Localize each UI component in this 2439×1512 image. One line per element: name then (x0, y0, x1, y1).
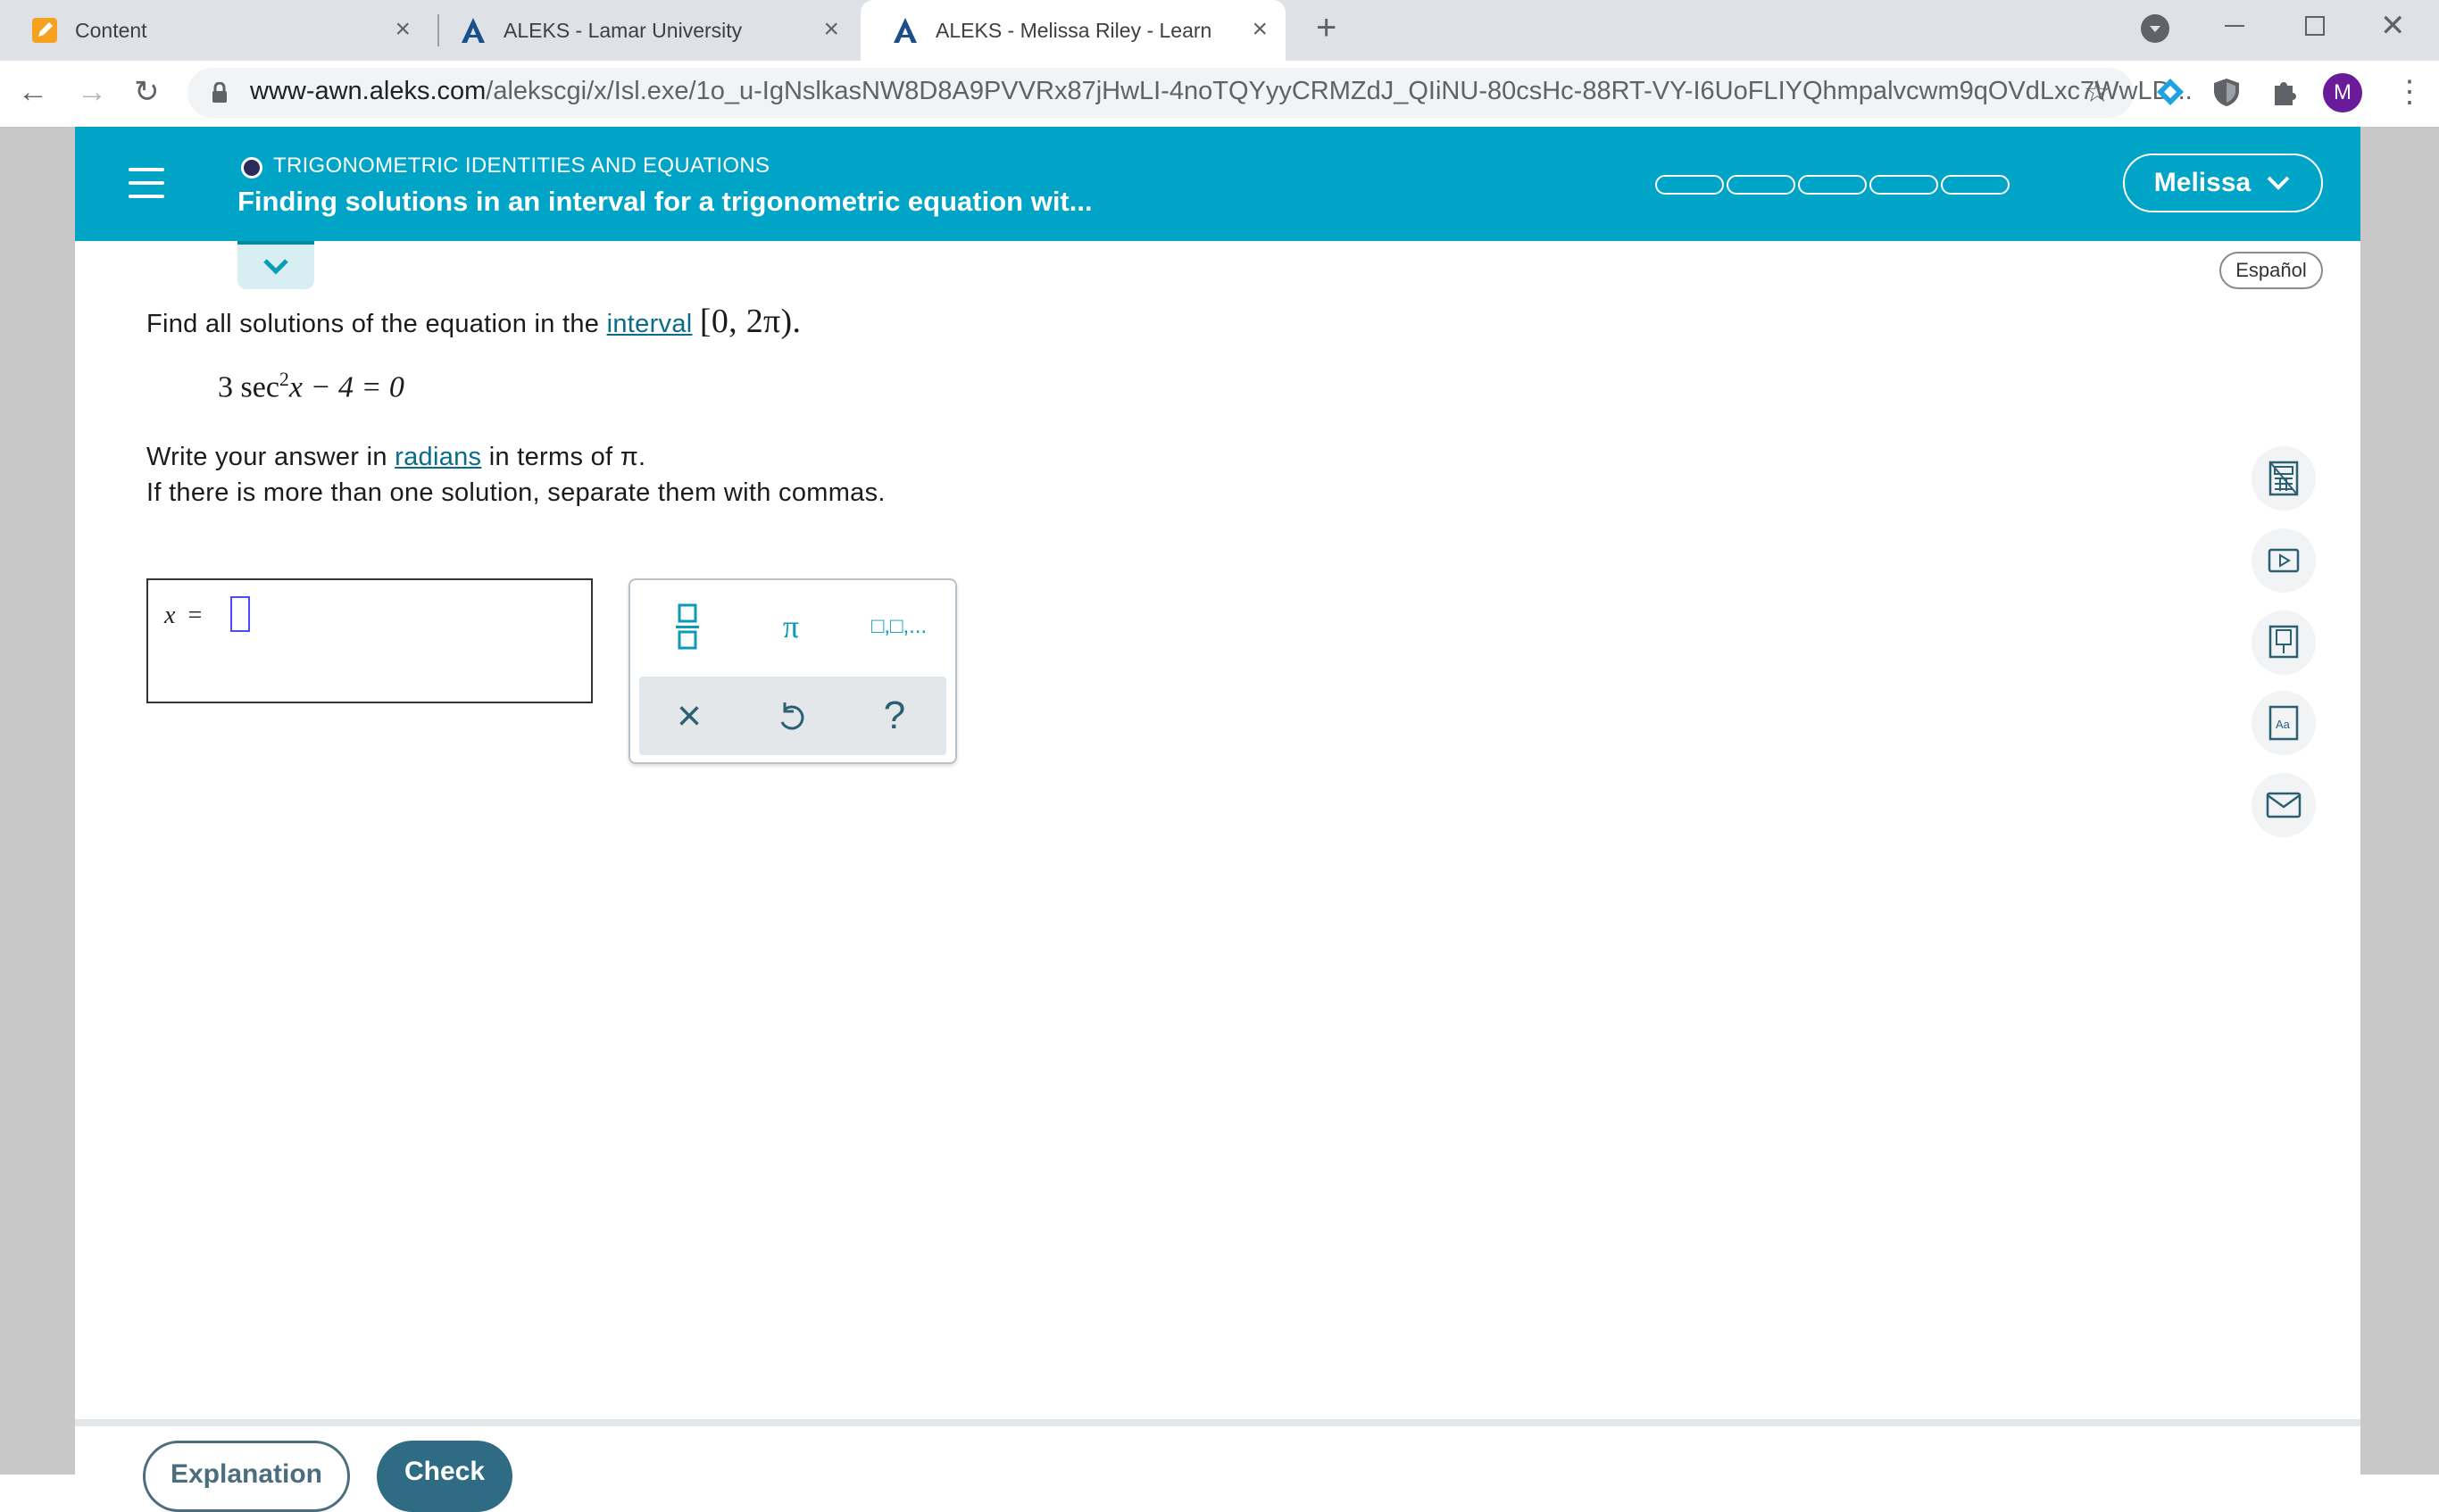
menu-icon[interactable] (129, 168, 164, 198)
list-button[interactable]: □,□,... (859, 600, 939, 653)
undo-button[interactable] (755, 689, 827, 743)
profile-avatar[interactable]: M (2323, 73, 2362, 112)
tab-content[interactable]: Content × (0, 0, 429, 61)
chevron-down-icon (263, 259, 288, 275)
url-text: www-awn.aleks.com/alekscgi/x/Isl.exe/1o_… (250, 77, 2193, 106)
progress-segment (1941, 175, 2010, 195)
fraction-icon (676, 603, 699, 650)
answer-instruction: Write your answer in radians in terms of… (146, 443, 645, 472)
aleks-logo-icon (891, 16, 920, 45)
answer-input-field[interactable] (230, 596, 250, 632)
progress-bar (1655, 175, 2012, 195)
instruction-text: Find all solutions of the equation in th… (146, 310, 607, 338)
tab-aleks-lamar[interactable]: ALEKS - Lamar University × (429, 0, 857, 61)
interval-math: [0, 2π). (699, 303, 802, 340)
footer-divider (75, 1419, 2360, 1426)
instruction-text: Write your answer in (146, 443, 395, 471)
textbook-button[interactable] (2252, 611, 2316, 675)
language-toggle-button[interactable]: Español (2219, 252, 2323, 289)
progress-segment (1798, 175, 1867, 195)
equation-coefficient: 3 (218, 370, 233, 404)
mail-icon (2266, 792, 2302, 818)
close-tab-icon[interactable]: × (1252, 16, 1268, 43)
check-button[interactable]: Check (377, 1441, 512, 1512)
aleks-logo-icon (459, 16, 487, 45)
user-menu-button[interactable]: Melissa (2123, 154, 2323, 212)
progress-segment (1727, 175, 1795, 195)
browser-menu-icon[interactable]: ⋮ (2394, 77, 2425, 107)
textbook-icon (2268, 625, 2299, 659)
mail-button[interactable] (2252, 773, 2316, 837)
extensions-puzzle-icon[interactable] (2269, 77, 2300, 112)
dictionary-icon: Aa (2268, 705, 2299, 741)
dictionary-button[interactable]: Aa (2252, 691, 2316, 755)
chevron-down-icon (2267, 176, 2290, 190)
close-window-icon[interactable]: ✕ (2380, 11, 2406, 41)
bookmark-star-icon[interactable]: ☆ (2084, 77, 2110, 107)
tab-title: Content (75, 18, 147, 42)
topic-status-icon (241, 157, 262, 179)
problem-instruction: Find all solutions of the equation in th… (146, 302, 801, 341)
equation: 3 sec2x − 4 = 0 (218, 368, 404, 404)
collapse-header-button[interactable] (237, 241, 314, 289)
tab-title: ALEKS - Lamar University (504, 18, 743, 42)
tab-title: ALEKS - Melissa Riley - Learn (936, 18, 1212, 42)
restore-icon[interactable] (2305, 16, 2325, 36)
aleks-header (75, 127, 2360, 241)
answer-input-box[interactable] (146, 578, 593, 703)
close-tab-icon[interactable]: × (823, 16, 839, 43)
separator-instruction: If there is more than one solution, sepa… (146, 478, 886, 507)
calculator-icon (2268, 461, 2299, 496)
extension-diamond-icon[interactable] (2155, 77, 2185, 112)
url-path: /alekscgi/x/Isl.exe/1o_u-IgNslkasNW8D8A9… (486, 77, 2193, 105)
shield-icon[interactable] (2212, 77, 2241, 112)
topic-title: TRIGONOMETRIC IDENTITIES AND EQUATIONS (273, 154, 770, 178)
reload-icon[interactable]: ↻ (134, 77, 160, 107)
pi-button[interactable]: π (755, 600, 827, 653)
progress-segment (1655, 175, 1724, 195)
progress-segment (1869, 175, 1938, 195)
answer-equals: = (187, 602, 203, 629)
equation-function: sec (240, 370, 279, 404)
instruction-text: in terms of π. (481, 443, 646, 471)
interval-link[interactable]: interval (607, 310, 693, 338)
answer-label: x = (164, 602, 202, 630)
new-tab-icon[interactable]: + (1316, 10, 1336, 46)
answer-variable: x (164, 602, 176, 629)
minimize-icon[interactable] (2225, 25, 2244, 27)
url-domain: www-awn.aleks.com (250, 77, 487, 105)
clear-button[interactable]: × (653, 689, 725, 743)
video-button[interactable] (2252, 528, 2316, 593)
explanation-button[interactable]: Explanation (143, 1441, 350, 1512)
equation-exponent: 2 (279, 368, 289, 390)
back-icon[interactable]: ← (18, 77, 48, 107)
tab-aleks-learn[interactable]: ALEKS - Melissa Riley - Learn × (861, 0, 1286, 61)
equation-rest: x − 4 = 0 (288, 370, 404, 404)
help-button[interactable]: ? (859, 689, 930, 743)
lock-icon[interactable] (211, 81, 229, 108)
close-tab-icon[interactable]: × (395, 16, 411, 43)
user-name: Melissa (2153, 168, 2252, 197)
lesson-title: Finding solutions in an interval for a t… (237, 186, 1093, 217)
radians-link[interactable]: radians (395, 443, 481, 471)
forward-icon[interactable]: → (77, 77, 107, 107)
video-icon (2268, 548, 2300, 573)
pencil-icon (30, 16, 59, 45)
undo-icon (780, 702, 804, 730)
fraction-button[interactable] (652, 600, 723, 653)
tab-search-icon[interactable] (2141, 14, 2169, 43)
calculator-button[interactable] (2252, 446, 2316, 511)
svg-text:Aa: Aa (2276, 718, 2291, 731)
